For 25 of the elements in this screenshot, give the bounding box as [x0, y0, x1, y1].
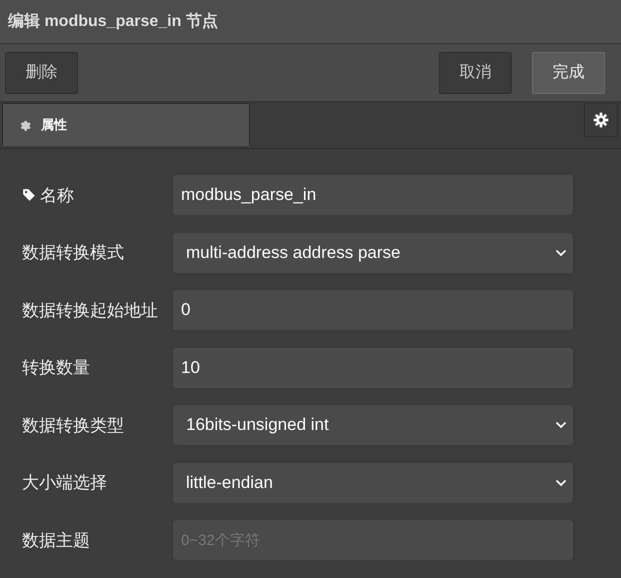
done-button[interactable]: 完成 — [532, 52, 605, 94]
gear-icon — [19, 119, 31, 131]
field-label: 名称 — [40, 184, 74, 207]
field-label: 数据转换模式 — [22, 242, 124, 264]
delete-button[interactable]: 删除 — [5, 52, 78, 94]
select-field[interactable]: little-endian — [172, 462, 574, 504]
settings-icon — [593, 112, 609, 128]
field-label: 转换数量 — [22, 357, 90, 380]
properties-tab[interactable]: 属性 — [2, 103, 250, 146]
input-field[interactable]: modbus_parse_in — [172, 174, 574, 216]
cancel-button[interactable]: 取消 — [439, 52, 512, 94]
chevron-icon — [555, 421, 567, 430]
field-label: 大小端选择 — [22, 472, 107, 494]
field-label: 数据主题 — [22, 530, 90, 552]
settings-button[interactable] — [584, 103, 618, 137]
input-field[interactable]: 10 — [172, 346, 574, 389]
dialog-title: 编辑 modbus_parse_in 节点 — [8, 11, 218, 32]
tag-icon — [22, 188, 36, 202]
chevron-icon — [555, 248, 567, 257]
select-field[interactable]: multi-address address parse — [172, 232, 574, 274]
field-label: 数据转换类型 — [22, 414, 124, 437]
chevron-icon — [555, 478, 567, 487]
select-field[interactable]: 16bits-unsigned int — [172, 404, 574, 446]
input-field[interactable]: 0 — [172, 289, 574, 332]
field-label: 数据转换起始地址 — [22, 300, 158, 322]
